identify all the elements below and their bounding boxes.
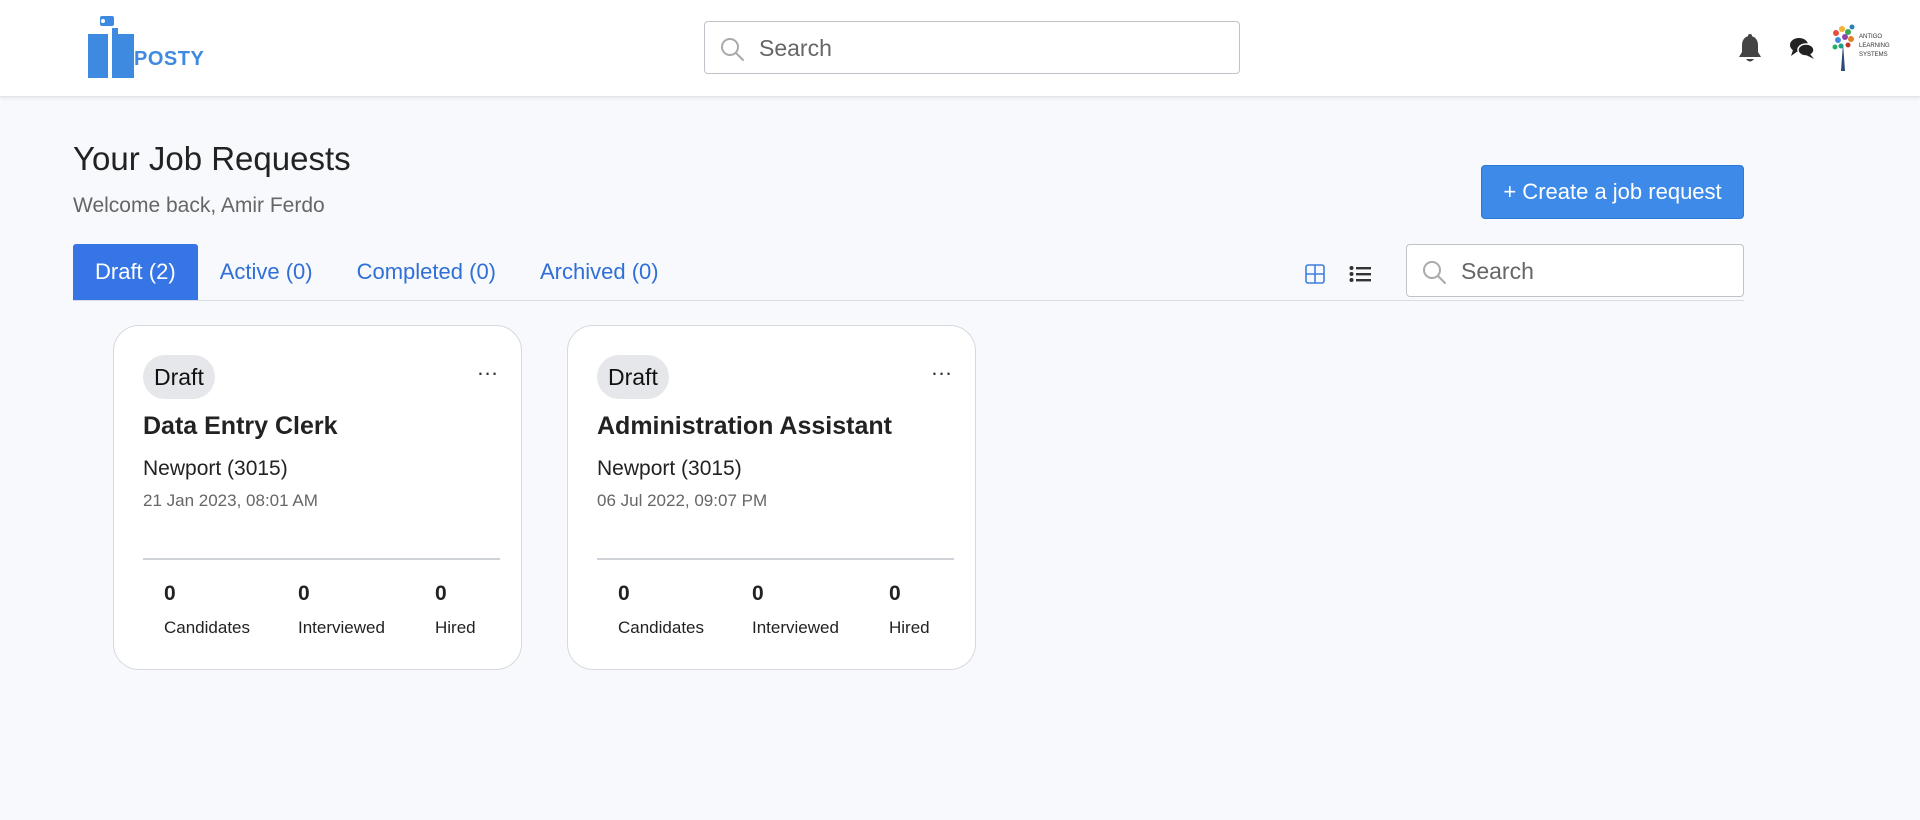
create-job-request-button[interactable]: + Create a job request [1481,165,1744,219]
tabs-divider [73,300,1744,301]
list-view-icon[interactable] [1349,265,1371,283]
job-date: 21 Jan 2023, 08:01 AM [143,491,318,510]
global-search-input[interactable] [759,30,1229,66]
chat-icon[interactable] [1789,36,1815,60]
welcome-message: Welcome back, Amir Ferdo [73,194,325,217]
status-badge: Draft [597,355,669,399]
more-options-icon[interactable]: ... [927,356,957,386]
search-icon [1423,261,1446,284]
posty-logo-icon [88,16,134,78]
job-status-tabs: Draft (2) Active (0) Completed (0) Archi… [73,244,681,300]
stat-hired: 0 Hired [889,582,930,638]
stat-value: 0 [618,582,630,605]
bell-icon[interactable] [1737,34,1763,64]
job-search-input[interactable] [1461,253,1731,289]
tab-completed[interactable]: Completed (0) [335,244,518,300]
tab-draft[interactable]: Draft (2) [73,244,198,300]
more-options-icon[interactable]: ... [473,356,503,386]
brand-logo-text: ANTIGO LEARNING SYSTEMS [1859,34,1890,58]
stat-interviewed: 0 Interviewed [752,582,839,638]
stat-label: Interviewed [752,618,839,637]
stat-candidates: 0 Candidates [164,582,250,638]
status-badge: Draft [143,355,215,399]
job-search-box[interactable] [1406,244,1744,297]
job-location: Newport (3015) [597,457,742,480]
stat-value: 0 [889,582,901,605]
brand-logo[interactable]: ANTIGO LEARNING SYSTEMS [1831,23,1890,73]
stat-label: Interviewed [298,618,385,637]
card-divider [597,558,954,560]
grid-view-icon[interactable] [1305,264,1325,284]
stat-value: 0 [298,582,310,605]
stat-candidates: 0 Candidates [618,582,704,638]
tab-active[interactable]: Active (0) [198,244,335,300]
job-card[interactable]: Draft ... Data Entry Clerk Newport (3015… [113,325,522,670]
stat-label: Candidates [618,618,705,637]
tab-archived[interactable]: Archived (0) [518,244,681,300]
global-search-box[interactable] [704,21,1240,74]
stat-label: Candidates [164,618,251,637]
job-location: Newport (3015) [143,457,288,480]
stat-hired: 0 Hired [435,582,476,638]
page-title: Your Job Requests [73,140,351,177]
stat-value: 0 [752,582,764,605]
search-icon [721,38,744,61]
stat-interviewed: 0 Interviewed [298,582,385,638]
stat-value: 0 [164,582,176,605]
stat-label: Hired [889,618,930,637]
job-title[interactable]: Administration Assistant [597,412,892,441]
job-card[interactable]: Draft ... Administration Assistant Newpo… [567,325,976,670]
posty-logo[interactable]: POSTY [88,16,208,80]
card-divider [143,558,500,560]
stat-value: 0 [435,582,447,605]
logo-text: POSTY [134,48,205,70]
job-title[interactable]: Data Entry Clerk [143,412,338,441]
job-date: 06 Jul 2022, 09:07 PM [597,491,768,510]
stat-label: Hired [435,618,476,637]
top-navigation-bar: POSTY ANTIGO LEARNI [0,0,1920,97]
